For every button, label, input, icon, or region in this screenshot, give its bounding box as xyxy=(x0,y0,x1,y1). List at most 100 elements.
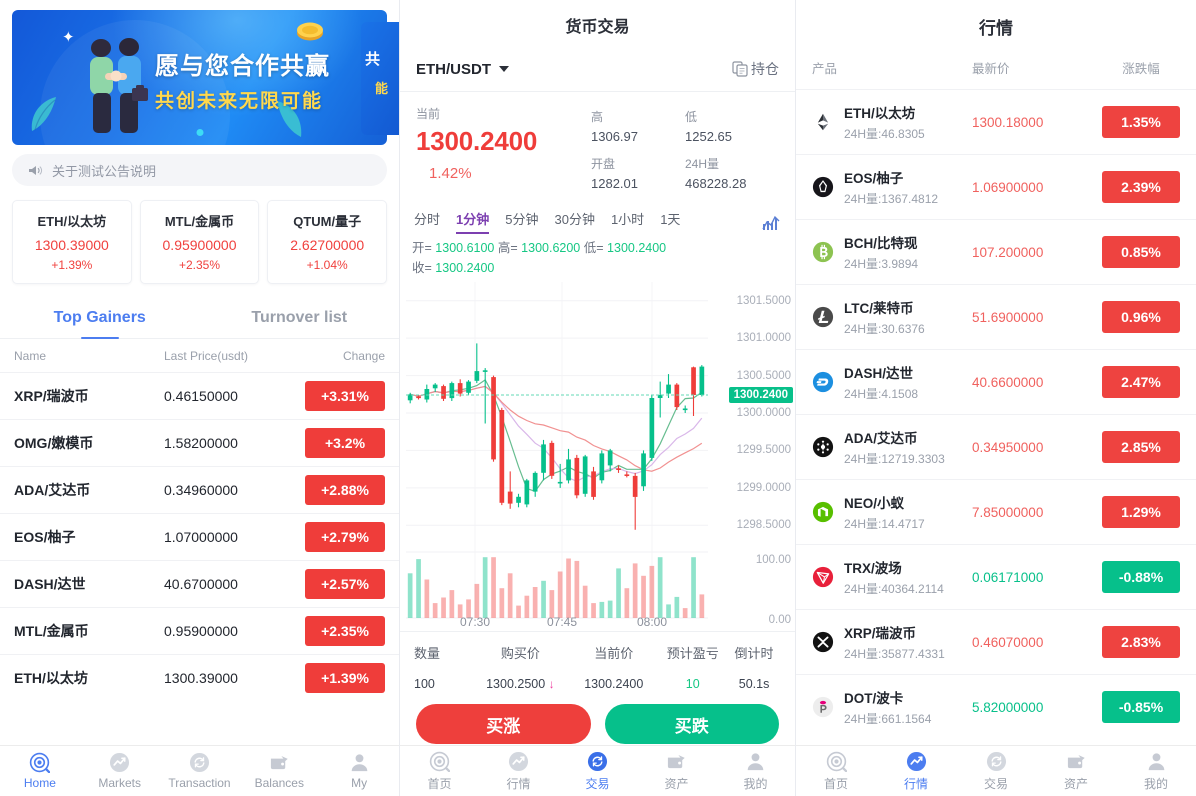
table-row[interactable]: MTL/金属币 0.95900000 +2.35% xyxy=(0,607,399,654)
table-row[interactable]: DOT/波卡 24H量:661.1564 5.82000000 -0.85% xyxy=(796,674,1196,739)
promo-banner-carousel[interactable]: ✦ 愿与您合作共赢 共创未来无限可能 共 能 xyxy=(0,0,399,152)
td-countdown: 50.1s xyxy=(738,677,770,691)
timeframe-1分钟[interactable]: 1分钟 xyxy=(456,209,490,234)
ada-icon xyxy=(812,436,834,458)
timeframe-5分钟[interactable]: 5分钟 xyxy=(505,209,538,234)
tab-wallet[interactable]: Balances xyxy=(239,752,319,790)
row-product: TRX/波场 24H量:40364.2114 xyxy=(844,557,972,597)
tab-user[interactable]: 我的 xyxy=(716,751,795,792)
row-price: 7.85000000 xyxy=(972,504,1044,520)
ticker-card[interactable]: ETH/以太坊 1300.39000 +1.39% xyxy=(12,200,132,284)
tab-top-gainers[interactable]: Top Gainers xyxy=(0,296,200,338)
y-axis-tick: 1299.5000 xyxy=(736,444,791,457)
x-axis-tick: 08:00 xyxy=(636,615,668,629)
timeframe-分时[interactable]: 分时 xyxy=(414,209,440,234)
buy-down-button[interactable]: 买跌 xyxy=(604,704,779,744)
table-row[interactable]: BCH/比特现 24H量:3.9894 107.200000 0.85% xyxy=(796,219,1196,284)
ohlc-close-label: 收= xyxy=(412,261,432,275)
announcement-bar[interactable]: 关于测试公告说明 xyxy=(12,154,387,186)
ticker-card[interactable]: MTL/金属币 0.95900000 +2.35% xyxy=(139,200,260,284)
transaction-icon xyxy=(587,751,608,772)
table-row[interactable]: EOS/柚子 24H量:1367.4812 1.06900000 2.39% xyxy=(796,154,1196,219)
row-price: 1.07000000 xyxy=(164,529,238,545)
tab-markets[interactable]: 行情 xyxy=(876,751,956,792)
table-row[interactable]: DASH/达世 24H量:4.1508 40.6600000 2.47% xyxy=(796,349,1196,414)
tab-markets[interactable]: Markets xyxy=(80,752,160,790)
table-row[interactable]: XRP/瑞波币 24H量:35877.4331 0.46070000 2.83% xyxy=(796,609,1196,674)
promo-banner[interactable]: ✦ 愿与您合作共赢 共创未来无限可能 xyxy=(12,10,387,145)
timeframe-1天[interactable]: 1天 xyxy=(660,209,680,234)
trade-panel: 货币交易 ETH/USDT 持仓 当前 1300.2400 1.42% 高 13… xyxy=(400,0,796,796)
table-row[interactable]: XRP/瑞波币 0.46150000 +3.31% xyxy=(0,372,399,419)
trade-table-row[interactable]: 100 1300.2500 ↓ 1300.2400 10 50.1s xyxy=(400,671,795,696)
markets-list: ETH/以太坊 24H量:46.8305 1300.18000 1.35% EOS/柚子… xyxy=(796,89,1196,739)
promo-banner-next[interactable]: 共 能 xyxy=(361,22,399,135)
stat-high-value: 1306.97 xyxy=(591,129,638,144)
symbol-label[interactable]: ETH/USDT xyxy=(416,61,491,78)
ticker-card[interactable]: QTUM/量子 2.62700000 +1.04% xyxy=(267,200,388,284)
tab-transaction[interactable]: 交易 xyxy=(956,751,1036,792)
tab-home[interactable]: 首页 xyxy=(796,751,876,792)
indicator-chart-icon[interactable] xyxy=(761,213,781,231)
table-row[interactable]: ADA/艾达币 24H量:12719.3303 0.34950000 2.85% xyxy=(796,414,1196,479)
table-row[interactable]: ADA/艾达币 0.34960000 +2.88% xyxy=(0,466,399,513)
table-row[interactable]: DASH/达世 40.6700000 +2.57% xyxy=(0,560,399,607)
ticker-change: +1.04% xyxy=(306,258,348,272)
stat-high-label: 高 xyxy=(591,110,604,124)
neo-icon xyxy=(812,501,834,523)
table-row[interactable]: LTC/莱特币 24H量:30.6376 51.6900000 0.96% xyxy=(796,284,1196,349)
tab-wallet[interactable]: 资产 xyxy=(1036,751,1116,792)
tab-user[interactable]: My xyxy=(319,752,399,790)
row-product: ADA/艾达币 24H量:12719.3303 xyxy=(844,427,972,467)
table-row[interactable]: OMG/嫩模币 1.58200000 +3.2% xyxy=(0,419,399,466)
tab-user[interactable]: 我的 xyxy=(1116,751,1196,792)
row-name: LTC/莱特币 xyxy=(844,301,914,316)
trade-scroll-area[interactable]: 货币交易 ETH/USDT 持仓 当前 1300.2400 1.42% 高 13… xyxy=(400,0,795,745)
tab-markets[interactable]: 行情 xyxy=(479,751,558,792)
buy-up-button[interactable]: 买涨 xyxy=(416,704,591,744)
column-header-change: Change xyxy=(342,349,385,363)
row-name: EOS/柚子 xyxy=(844,171,904,186)
row-name: XRP/瑞波币 xyxy=(14,388,89,404)
timeframe-1小时[interactable]: 1小时 xyxy=(611,209,644,234)
table-row[interactable]: ETH/以太坊 1300.39000 +1.39% xyxy=(0,654,399,701)
timeframe-30分钟[interactable]: 30分钟 xyxy=(554,209,594,234)
tab-transaction[interactable]: Transaction xyxy=(160,752,240,790)
ticker-change: +2.35% xyxy=(178,258,221,272)
row-change-badge: -0.88% xyxy=(1102,561,1180,593)
markets-scroll-area[interactable]: 行情 产品 最新价 涨跌幅 ETH/以太坊 24H量:46.8305 1300.18… xyxy=(796,0,1196,745)
tab-home[interactable]: Home xyxy=(0,752,80,790)
tab-transaction[interactable]: 交易 xyxy=(558,751,637,792)
dot-icon xyxy=(812,696,834,718)
tab-label: 首页 xyxy=(823,776,848,791)
row-name: DASH/达世 xyxy=(844,366,914,381)
table-row[interactable]: ETH/以太坊 24H量:46.8305 1300.18000 1.35% xyxy=(796,89,1196,154)
tab-home[interactable]: 首页 xyxy=(400,751,479,792)
candlestick-chart[interactable]: 开= 1300.6100 高= 1300.6200 低= 1300.2400 收… xyxy=(400,236,795,631)
table-row[interactable]: EOS/柚子 1.07000000 +2.79% xyxy=(0,513,399,560)
tab-label: 首页 xyxy=(427,776,452,791)
gainers-list: XRP/瑞波币 0.46150000 +3.31% OMG/嫩模币 1.58200000… xyxy=(0,372,399,701)
row-volume: 24H量:661.1564 xyxy=(844,712,932,726)
ticker-price: 0.95900000 xyxy=(162,237,237,253)
y-axis-tick: 1299.0000 xyxy=(736,481,791,494)
table-row[interactable]: TRX/波场 24H量:40364.2114 0.06171000 -0.88% xyxy=(796,544,1196,609)
home-icon xyxy=(429,751,450,772)
positions-button[interactable]: 持仓 xyxy=(732,59,779,79)
carousel-dot[interactable] xyxy=(196,129,203,136)
quote-summary: 当前 1300.2400 1.42% 高 1306.97 低 1252.65 开… xyxy=(400,92,795,201)
row-change-badge: +2.79% xyxy=(305,522,385,552)
table-row[interactable]: NEO/小蚁 24H量:14.4717 7.85000000 1.29% xyxy=(796,479,1196,544)
row-name: TRX/波场 xyxy=(844,561,902,576)
row-volume: 24H量:35877.4331 xyxy=(844,647,945,661)
row-change-badge: +3.2% xyxy=(305,428,385,458)
wallet-icon xyxy=(666,751,687,772)
handshake-illustration xyxy=(90,38,148,133)
tab-wallet[interactable]: 资产 xyxy=(637,751,716,792)
chevron-down-icon[interactable] xyxy=(499,66,509,72)
tab-turnover-list[interactable]: Turnover list xyxy=(200,296,400,338)
banner-peek-line1: 共 xyxy=(365,51,381,68)
home-scroll-area[interactable]: ✦ 愿与您合作共赢 共创未来无限可能 共 能 关于测试公告说明 ETH/以太坊 … xyxy=(0,0,399,745)
markets-icon xyxy=(906,751,927,772)
current-price-block: 当前 1300.2400 1.42% xyxy=(416,105,591,191)
